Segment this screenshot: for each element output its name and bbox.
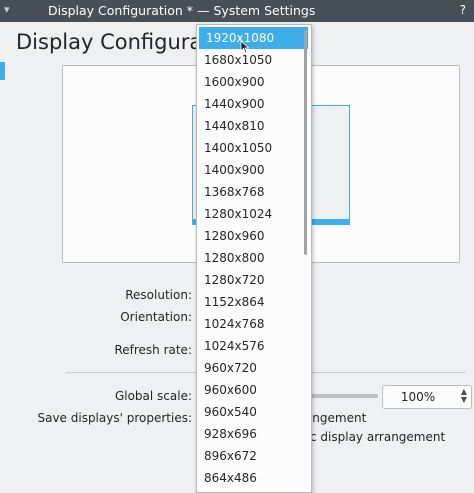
spin-arrows-icon[interactable]: ▲ ▼ [461, 388, 467, 404]
dropdown-scrollbar[interactable] [304, 30, 307, 255]
resolution-option[interactable]: 1400x900 [197, 159, 301, 181]
resolution-option[interactable]: 1600x900 [197, 71, 301, 93]
resolution-option[interactable]: 1152x864 [197, 291, 301, 313]
resolution-label: Resolution: [125, 288, 192, 302]
window-menu-icon[interactable]: ▾ [4, 3, 10, 16]
resolution-option[interactable]: 960x600 [197, 379, 301, 401]
resolution-option[interactable]: 1280x960 [197, 225, 301, 247]
resolution-option[interactable]: 864x486 [197, 467, 301, 489]
resolution-option[interactable]: 960x720 [197, 357, 301, 379]
global-scale-label: Global scale: [114, 389, 192, 403]
resolution-option[interactable]: 1280x1024 [197, 203, 301, 225]
refresh-rate-label: Refresh rate: [114, 343, 192, 357]
sidebar-selection-indicator [0, 62, 5, 80]
resolution-option[interactable]: 1440x900 [197, 93, 301, 115]
orientation-label: Orientation: [120, 310, 192, 324]
resolution-option[interactable]: 1400x1050 [197, 137, 301, 159]
window-title: Display Configuration * — System Setting… [48, 3, 316, 18]
resolution-option[interactable]: 1024x576 [197, 335, 301, 357]
title-bar[interactable]: ▾ Display Configuration * — System Setti… [0, 0, 474, 22]
global-scale-slider[interactable] [310, 394, 378, 398]
resolution-option[interactable]: 1280x800 [197, 247, 301, 269]
save-properties-label: Save displays' properties: [37, 411, 192, 425]
resolution-option[interactable]: 1920x1080 [199, 27, 308, 49]
resolution-option[interactable]: 896x672 [197, 445, 301, 467]
resolution-option[interactable]: 1024x768 [197, 313, 301, 335]
resolution-option[interactable]: 1368x768 [197, 181, 301, 203]
help-icon[interactable]: ? [460, 3, 466, 17]
resolution-option[interactable]: 928x696 [197, 423, 301, 445]
resolution-option[interactable]: 960x540 [197, 401, 301, 423]
global-scale-spinbox[interactable]: 100% ▲ ▼ [382, 385, 472, 409]
resolution-dropdown-list[interactable]: 1920x1080 1680x1050 1600x900 1440x900 1440x8… [196, 24, 312, 493]
global-scale-value: 100% [400, 390, 436, 404]
resolution-option[interactable]: 1280x720 [197, 269, 301, 291]
resolution-option[interactable]: 1440x810 [197, 115, 301, 137]
mouse-cursor-icon [240, 40, 250, 54]
save-option-specific[interactable]: c display arrangement [310, 430, 445, 444]
